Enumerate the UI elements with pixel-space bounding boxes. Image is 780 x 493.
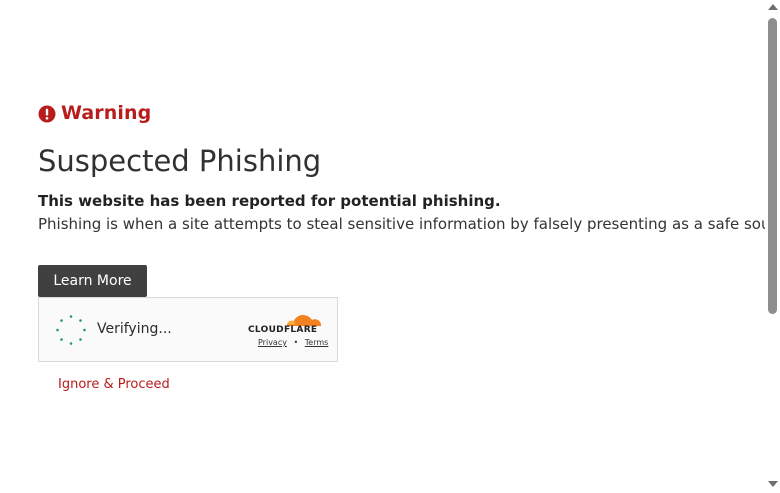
cloudflare-links: Privacy • Terms — [258, 338, 328, 347]
phishing-notice: This website has been reported for poten… — [38, 192, 501, 210]
scroll-up-arrow-icon[interactable] — [768, 4, 778, 10]
loading-spinner-icon — [56, 315, 86, 345]
scrollbar-thumb[interactable] — [768, 18, 777, 314]
warning-label: Warning — [61, 102, 152, 124]
page-title: Suspected Phishing — [38, 144, 322, 178]
scroll-down-arrow-icon[interactable] — [768, 481, 778, 487]
warning-content: Warning Suspected Phishing This website … — [38, 98, 780, 234]
cloudflare-wordmark: CLOUDFLARE — [248, 325, 318, 335]
verifying-status: Verifying... — [97, 321, 172, 337]
warning-header: Warning — [38, 98, 738, 128]
phishing-description: Phishing is when a site attempts to stea… — [38, 215, 780, 233]
exclamation-circle-icon — [38, 105, 56, 123]
cloudflare-turnstile-widget[interactable]: Verifying... CLOUDFLARE Privacy • Terms — [38, 297, 338, 362]
terms-link[interactable]: Terms — [305, 338, 329, 347]
ignore-and-proceed-link[interactable]: Ignore & Proceed — [58, 377, 170, 392]
phishing-warning-page: Warning Suspected Phishing This website … — [0, 0, 780, 493]
link-separator: • — [293, 338, 299, 347]
vertical-scrollbar[interactable] — [765, 0, 780, 493]
privacy-link[interactable]: Privacy — [258, 338, 287, 347]
learn-more-button[interactable]: Learn More — [38, 265, 147, 297]
